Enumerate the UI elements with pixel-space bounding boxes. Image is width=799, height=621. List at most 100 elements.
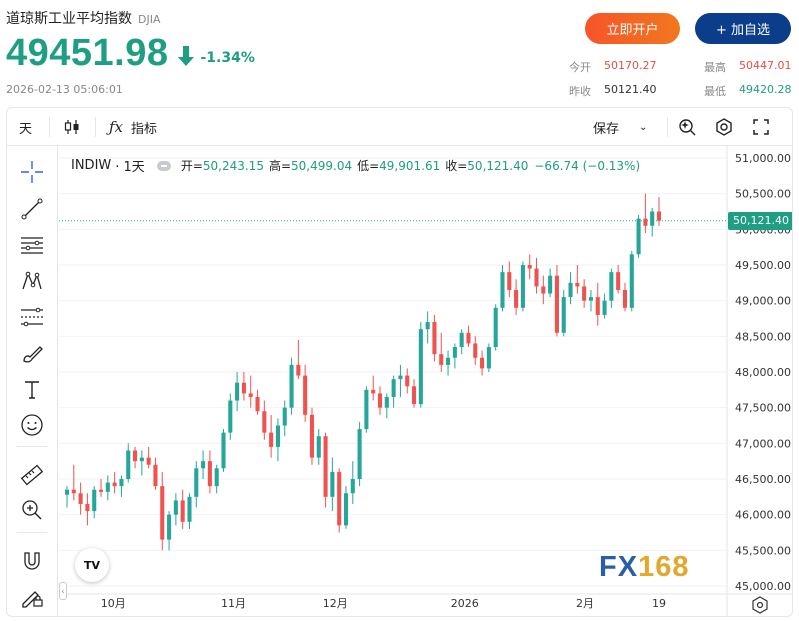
candle <box>194 461 199 508</box>
magnet-icon <box>24 552 40 570</box>
candle-body <box>126 450 131 479</box>
candle-body <box>656 211 662 221</box>
visibility-toggle-icon[interactable] <box>156 160 171 171</box>
candle-body <box>541 286 546 294</box>
candle-body <box>350 479 355 494</box>
candle <box>411 379 417 408</box>
candle-body <box>377 393 383 408</box>
candle-body <box>255 396 260 412</box>
candle <box>527 254 532 280</box>
candle <box>520 261 525 312</box>
candle-body <box>364 389 369 430</box>
collapse-toolbar-icon[interactable]: ‹ <box>59 582 67 600</box>
settings-button[interactable] <box>714 108 734 146</box>
candle-body <box>269 432 274 447</box>
brush-tool[interactable] <box>19 340 45 366</box>
trendline-tool[interactable] <box>19 196 45 222</box>
candle <box>507 261 512 298</box>
divider <box>95 117 96 137</box>
candle-body <box>235 382 240 401</box>
candle <box>636 215 641 258</box>
candle <box>160 471 165 551</box>
indicators-button[interactable]: ƒx 指标 <box>109 108 157 146</box>
tradingview-logo-icon[interactable]: TV <box>75 548 109 582</box>
magnet-tool[interactable] <box>19 548 45 574</box>
measure-tool[interactable] <box>19 462 45 488</box>
candle-body <box>493 307 498 348</box>
price-row: 49451.98 -1.34% <box>6 32 255 75</box>
zoom-in-icon <box>22 500 42 520</box>
prev-close-label: 昨收 <box>569 85 591 98</box>
candle-body <box>561 297 566 333</box>
add-watchlist-button[interactable]: + 加自选 <box>695 13 791 44</box>
y-tick-label: 46,500.00 <box>735 473 791 486</box>
ruler-icon <box>20 464 44 486</box>
forecast-icon <box>21 307 43 327</box>
candle-body <box>418 329 423 405</box>
candle-body <box>241 382 246 394</box>
trendline-icon <box>21 198 43 220</box>
candle <box>561 289 566 337</box>
crosshair-icon <box>21 161 43 183</box>
horizontal-lines-tool[interactable] <box>19 232 45 258</box>
candle <box>609 268 614 308</box>
chevron-down-icon: ⌄ <box>639 121 648 133</box>
save-button[interactable]: 保存 ⌄ <box>593 108 647 146</box>
crosshair-tool[interactable] <box>19 159 45 185</box>
candle-body <box>330 471 335 497</box>
candle-body <box>309 414 315 458</box>
change-percent: -1.34% <box>200 49 255 66</box>
candle <box>112 471 117 494</box>
candle <box>541 275 546 305</box>
candle <box>656 197 662 226</box>
candle-body <box>602 300 607 315</box>
candle-body <box>316 436 321 458</box>
y-tick-label: 49,000.00 <box>735 295 791 308</box>
candle <box>173 493 178 526</box>
candle-body <box>337 471 342 526</box>
quick-search-button[interactable] <box>677 108 697 146</box>
candle <box>282 400 287 437</box>
candle-body <box>439 354 444 365</box>
prev-close-value: 50121.40 <box>604 83 657 96</box>
y-tick-label: 46,000.00 <box>735 509 791 522</box>
candle-body <box>500 272 505 308</box>
legend-open: 50,243.15 <box>202 158 264 173</box>
emoji-tool[interactable] <box>19 412 45 438</box>
axis-settings-icon[interactable] <box>752 596 768 614</box>
candle <box>629 250 634 312</box>
zoom-tool[interactable] <box>19 497 45 523</box>
open-account-button[interactable]: 立即开户 <box>585 13 680 44</box>
candle <box>85 493 90 526</box>
pattern-tool[interactable] <box>19 268 45 294</box>
lock-drawings-tool[interactable] <box>19 584 45 610</box>
candle-body <box>609 272 614 301</box>
magic-search-icon <box>679 119 696 136</box>
candle-body <box>527 265 532 269</box>
interval-select[interactable]: 天 <box>19 108 32 146</box>
candle-body <box>64 489 70 495</box>
candle <box>554 265 559 337</box>
price-chart[interactable]: 51,000.00 50,500.00 50,000.00 49,500.00 49,0… <box>59 146 793 617</box>
candle <box>78 482 83 515</box>
candle-body <box>289 364 294 408</box>
candle-body <box>180 500 185 522</box>
text-tool[interactable] <box>19 376 45 402</box>
forecast-tool[interactable] <box>19 304 45 330</box>
candle <box>71 464 76 501</box>
candle <box>275 418 280 462</box>
candle <box>466 325 471 348</box>
candlestick-chart[interactable]: 51,000.0050,500.0050,000.0049,500.0049,0… <box>59 146 793 617</box>
candle <box>214 464 219 494</box>
pattern-icon <box>22 271 42 290</box>
function-icon: ƒx <box>109 118 124 136</box>
candle-type-button[interactable] <box>63 108 81 146</box>
last-price-marker: 50,121.40 <box>728 211 792 230</box>
candle-body <box>384 396 389 408</box>
candle <box>650 207 655 237</box>
fullscreen-button[interactable] <box>751 108 771 146</box>
candle-body <box>582 286 587 301</box>
instrument-code: DJIA <box>138 13 161 26</box>
candle <box>221 429 226 472</box>
fx168-watermark: FX168 <box>599 551 689 584</box>
